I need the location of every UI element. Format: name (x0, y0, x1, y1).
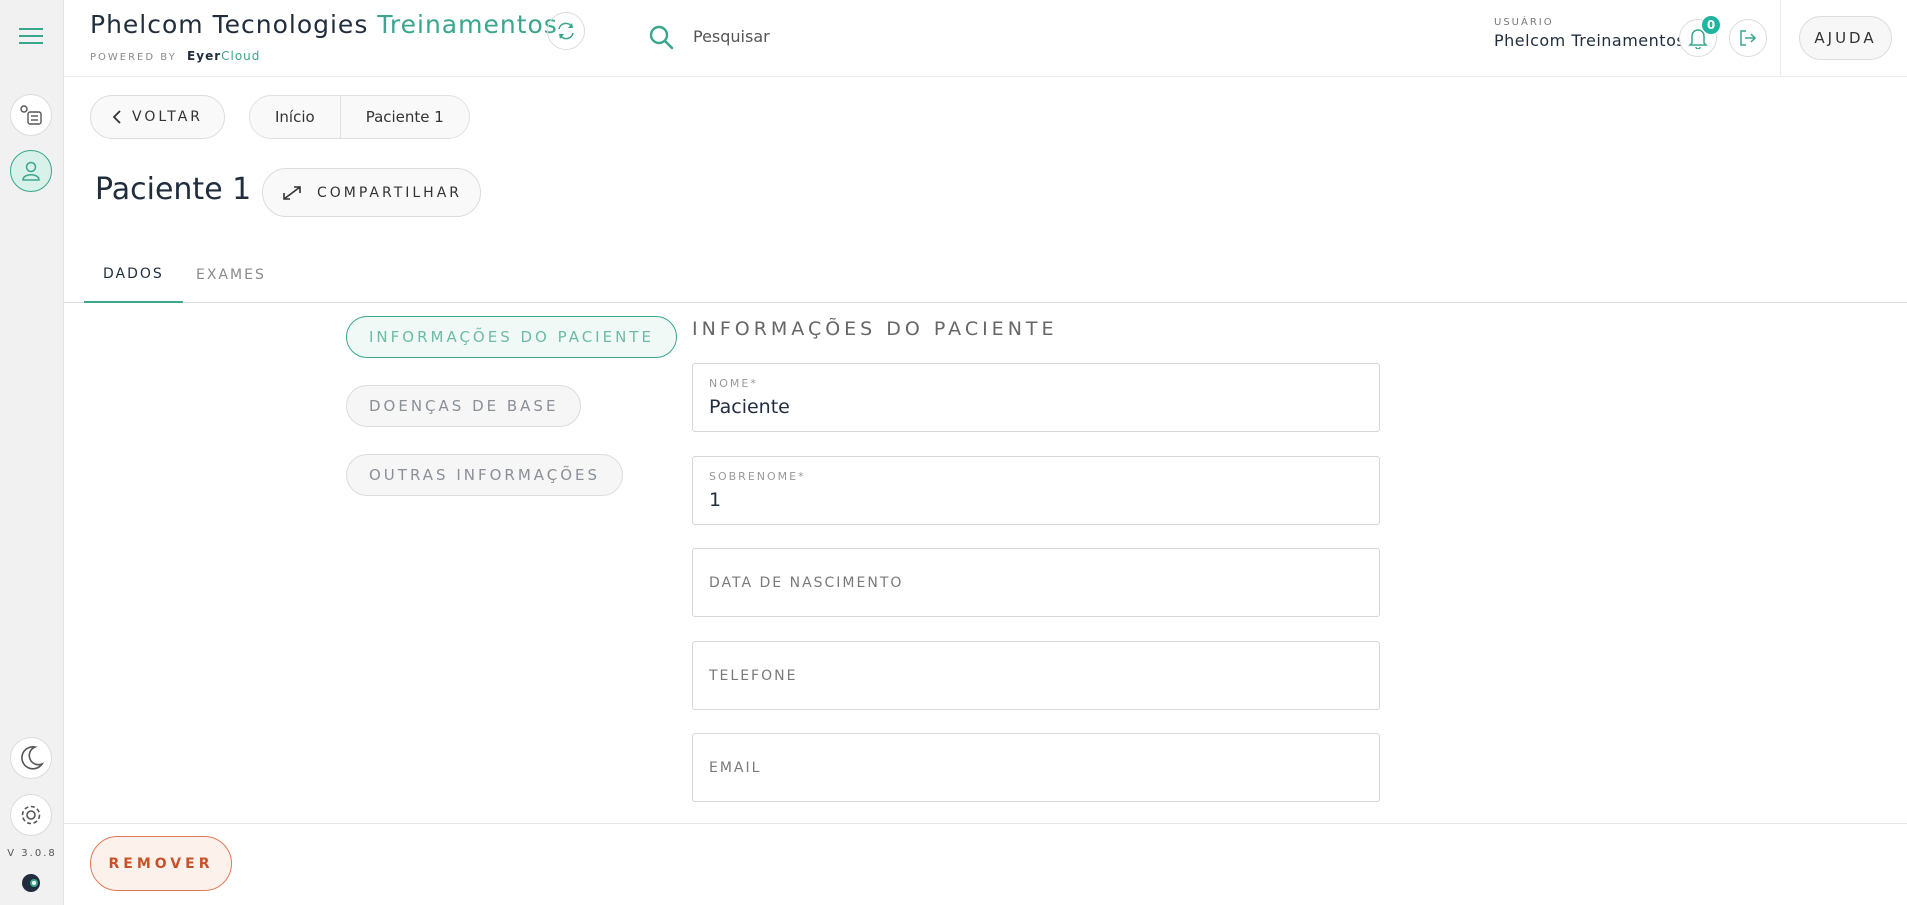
last-name-field[interactable]: SOBRENOME* 1 (692, 456, 1380, 525)
footer-bar (64, 823, 1907, 905)
user-icon (22, 161, 40, 181)
brand-main: Phelcom Tecnologies (90, 10, 369, 39)
brand-title: Phelcom Tecnologies Treinamentos (90, 10, 558, 39)
powered-by-label: POWERED BY (90, 52, 177, 63)
menu-button[interactable] (10, 15, 52, 57)
sidebar-item-exams[interactable] (10, 94, 52, 136)
help-button[interactable]: AJUDA (1799, 16, 1892, 60)
gear-icon (21, 805, 41, 825)
logout-button[interactable] (1729, 19, 1767, 57)
top-header: Phelcom Tecnologies Treinamentos POWERED… (64, 0, 1907, 77)
search-icon[interactable] (648, 24, 674, 50)
settings-button[interactable] (10, 794, 52, 836)
back-button[interactable]: VOLTAR (90, 95, 225, 139)
user-name: Phelcom Treinamentos (1494, 31, 1686, 50)
section-other-info[interactable]: OUTRAS INFORMAÇÕES (346, 454, 624, 496)
tab-exames[interactable]: EXAMES (177, 246, 285, 303)
birth-date-label: DATA DE NASCIMENTO (709, 575, 904, 591)
moon-icon (21, 746, 45, 770)
section-patient-info[interactable]: INFORMAÇÕES DO PACIENTE (346, 316, 677, 358)
sync-button[interactable] (547, 12, 585, 50)
list-icon (20, 105, 42, 125)
email-label: EMAIL (709, 760, 762, 776)
remove-button[interactable]: REMOVER (90, 836, 232, 891)
birth-date-field[interactable]: DATA DE NASCIMENTO (692, 548, 1380, 617)
share-button[interactable]: COMPARTILHAR (262, 168, 481, 217)
first-name-label: NOME* (709, 377, 758, 390)
eyercloud-logo-icon (22, 874, 40, 892)
sidebar-item-patients[interactable] (10, 150, 52, 192)
form-heading: INFORMAÇÕES DO PACIENTE (692, 318, 1058, 340)
dark-mode-toggle[interactable] (10, 737, 52, 779)
powered-brand-a: Eyer (187, 49, 222, 63)
last-name-value[interactable]: 1 (709, 489, 721, 511)
user-caption: USUÁRIO (1494, 17, 1554, 28)
section-base-diseases[interactable]: DOENÇAS DE BASE (346, 385, 582, 427)
logout-icon (1740, 30, 1757, 46)
breadcrumb-current[interactable]: Paciente 1 (339, 96, 469, 138)
last-name-label: SOBRENOME* (709, 470, 806, 483)
app-version: V 3.0.8 (7, 848, 57, 859)
notification-badge: 0 (1702, 16, 1720, 34)
sidebar: V 3.0.8 (0, 0, 64, 905)
share-label: COMPARTILHAR (316, 184, 463, 201)
powered-brand-b: Cloud (221, 49, 261, 63)
powered-by: POWERED BY EyerCloud (90, 49, 260, 63)
email-field[interactable]: EMAIL (692, 733, 1380, 802)
refresh-icon (558, 22, 574, 40)
search-input[interactable] (693, 22, 1093, 50)
phone-label: TELEFONE (709, 668, 798, 684)
tab-bar: DADOS EXAMES (64, 246, 1907, 303)
brand-accent: Treinamentos (377, 10, 558, 39)
user-info: USUÁRIO Phelcom Treinamentos (1494, 17, 1685, 50)
notifications-button[interactable]: 0 (1679, 16, 1720, 57)
hamburger-icon (19, 28, 43, 44)
first-name-field[interactable]: NOME* Paciente (692, 363, 1380, 432)
expand-arrows-icon (283, 185, 301, 200)
page-title: Paciente 1 (95, 172, 252, 207)
back-label: VOLTAR (132, 109, 203, 125)
header-divider (1780, 0, 1781, 77)
breadcrumb-home[interactable]: Início (250, 96, 340, 138)
phone-field[interactable]: TELEFONE (692, 641, 1380, 710)
breadcrumb: Início Paciente 1 (249, 95, 470, 139)
tab-dados[interactable]: DADOS (84, 246, 183, 303)
first-name-value[interactable]: Paciente (709, 396, 790, 418)
chevron-left-icon (112, 110, 121, 124)
